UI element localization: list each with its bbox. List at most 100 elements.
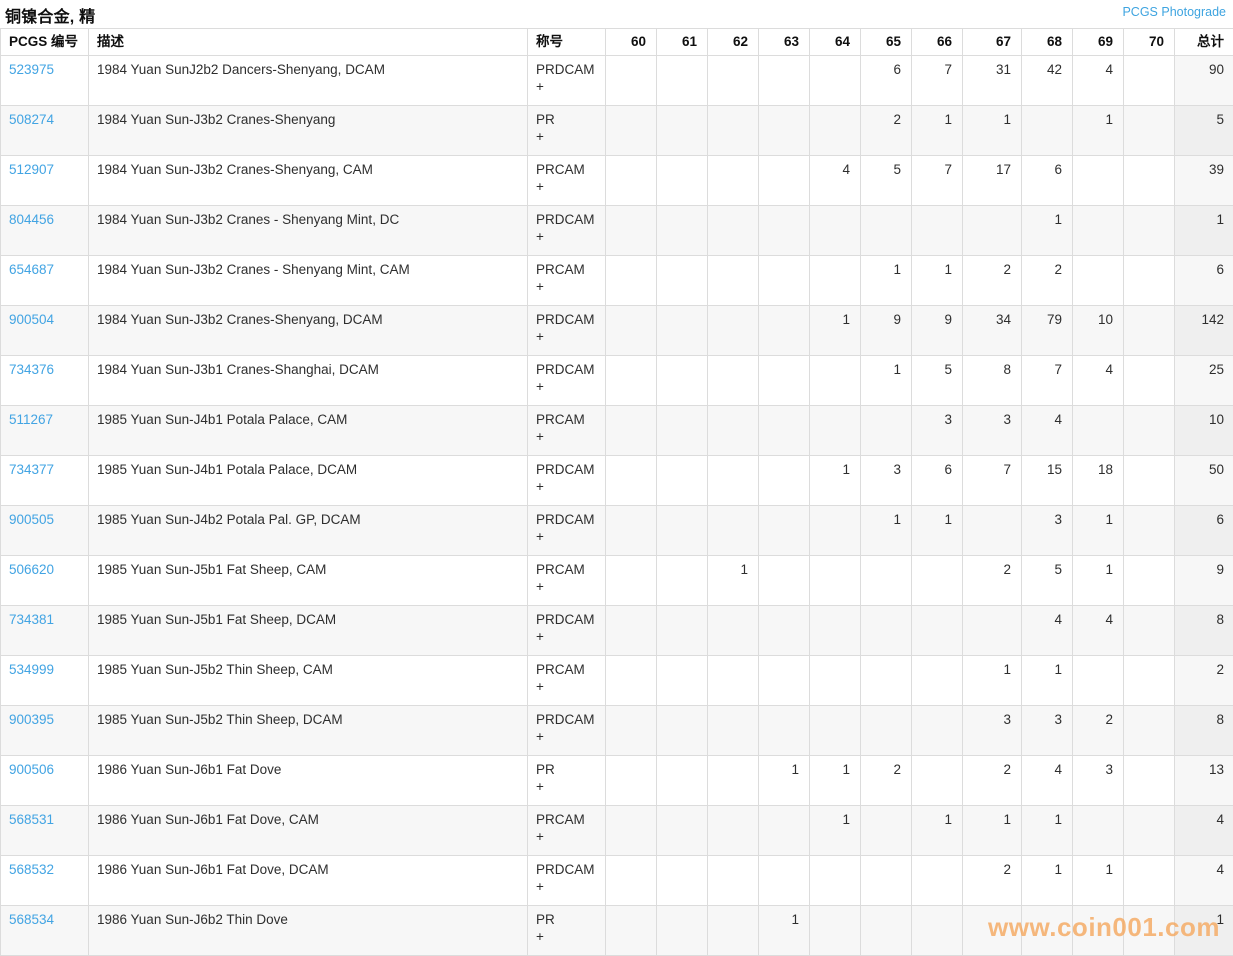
pcgs-number-link[interactable]: 900395 bbox=[9, 712, 54, 727]
grade-count-cell: 4 bbox=[1022, 606, 1073, 656]
designation-cell: PRDCAM+ bbox=[528, 206, 606, 256]
grade-count-cell: 1 bbox=[810, 756, 861, 806]
grade-count-cell bbox=[657, 406, 708, 456]
grade-count-cell bbox=[657, 906, 708, 956]
pcgs-number-cell: 506620 bbox=[1, 556, 89, 606]
pcgs-number-link[interactable]: 900505 bbox=[9, 512, 54, 527]
grade-count-cell bbox=[1124, 906, 1175, 956]
grade-count-cell bbox=[1124, 106, 1175, 156]
total-cell: 5 bbox=[1175, 106, 1233, 156]
grade-count-cell bbox=[759, 606, 810, 656]
grade-count-cell bbox=[606, 556, 657, 606]
grade-count-cell bbox=[759, 656, 810, 706]
grade-count-cell bbox=[963, 606, 1022, 656]
pcgs-number-link[interactable]: 734377 bbox=[9, 462, 54, 477]
total-cell: 1 bbox=[1175, 906, 1233, 956]
grade-count-cell bbox=[861, 556, 912, 606]
grade-count-cell bbox=[912, 606, 963, 656]
grade-count-cell bbox=[708, 806, 759, 856]
grade-count-cell: 5 bbox=[912, 356, 963, 406]
designation-cell: PRDCAM+ bbox=[528, 456, 606, 506]
pcgs-number-link[interactable]: 534999 bbox=[9, 662, 54, 677]
pcgs-number-link[interactable]: 734376 bbox=[9, 362, 54, 377]
pcgs-number-link[interactable]: 654687 bbox=[9, 262, 54, 277]
grade-count-cell bbox=[657, 206, 708, 256]
grade-count-cell: 3 bbox=[963, 706, 1022, 756]
grade-count-cell bbox=[1124, 456, 1175, 506]
grade-count-cell bbox=[1124, 856, 1175, 906]
pcgs-number-link[interactable]: 506620 bbox=[9, 562, 54, 577]
grade-count-cell bbox=[606, 356, 657, 406]
table-row: 5066201985 Yuan Sun-J5b1 Fat Sheep, CAMP… bbox=[1, 556, 1233, 606]
pcgs-number-link[interactable]: 568534 bbox=[9, 912, 54, 927]
grade-count-cell bbox=[708, 856, 759, 906]
grade-count-cell bbox=[708, 306, 759, 356]
grade-count-cell: 8 bbox=[963, 356, 1022, 406]
grade-count-cell bbox=[1124, 356, 1175, 406]
grade-count-cell: 1 bbox=[861, 506, 912, 556]
grade-count-cell: 2 bbox=[1022, 256, 1073, 306]
description-cell: 1986 Yuan Sun-J6b1 Fat Dove bbox=[89, 756, 528, 806]
pcgs-number-link[interactable]: 568531 bbox=[9, 812, 54, 827]
description-cell: 1985 Yuan Sun-J4b2 Potala Pal. GP, DCAM bbox=[89, 506, 528, 556]
grade-count-cell bbox=[810, 906, 861, 956]
column-header: 63 bbox=[759, 29, 810, 56]
pcgs-number-link[interactable]: 568532 bbox=[9, 862, 54, 877]
grade-count-cell bbox=[963, 506, 1022, 556]
description-cell: 1985 Yuan Sun-J5b2 Thin Sheep, CAM bbox=[89, 656, 528, 706]
column-header: 64 bbox=[810, 29, 861, 56]
grade-count-cell: 1 bbox=[810, 806, 861, 856]
grade-count-cell bbox=[810, 506, 861, 556]
grade-count-cell bbox=[657, 756, 708, 806]
column-header: 称号 bbox=[528, 29, 606, 56]
pcgs-number-link[interactable]: 900506 bbox=[9, 762, 54, 777]
description-cell: 1984 Yuan Sun-J3b2 Cranes-Shenyang, CAM bbox=[89, 156, 528, 206]
grade-count-cell bbox=[912, 706, 963, 756]
grade-count-cell bbox=[708, 756, 759, 806]
grade-count-cell bbox=[810, 556, 861, 606]
grade-count-cell bbox=[912, 756, 963, 806]
grade-count-cell bbox=[1124, 606, 1175, 656]
designation-cell: PRCAM+ bbox=[528, 806, 606, 856]
pcgs-number-cell: 568534 bbox=[1, 906, 89, 956]
grade-count-cell bbox=[1073, 156, 1124, 206]
grade-count-cell bbox=[1124, 656, 1175, 706]
grade-count-cell: 1 bbox=[1022, 806, 1073, 856]
grade-count-cell bbox=[1124, 306, 1175, 356]
pcgs-photograde-link[interactable]: PCGS Photograde bbox=[1122, 5, 1226, 19]
pcgs-number-link[interactable]: 511267 bbox=[9, 412, 53, 427]
pcgs-number-link[interactable]: 900504 bbox=[9, 312, 54, 327]
grade-count-cell bbox=[606, 506, 657, 556]
description-cell: 1984 Yuan SunJ2b2 Dancers-Shenyang, DCAM bbox=[89, 56, 528, 106]
grade-count-cell bbox=[657, 856, 708, 906]
pcgs-number-link[interactable]: 512907 bbox=[9, 162, 54, 177]
grade-count-cell: 34 bbox=[963, 306, 1022, 356]
total-cell: 6 bbox=[1175, 256, 1233, 306]
grade-count-cell bbox=[657, 56, 708, 106]
grade-count-cell: 7 bbox=[912, 156, 963, 206]
table-row: 5112671985 Yuan Sun-J4b1 Potala Palace, … bbox=[1, 406, 1233, 456]
grade-count-cell: 3 bbox=[861, 456, 912, 506]
grade-count-cell bbox=[1022, 106, 1073, 156]
grade-count-cell: 2 bbox=[861, 756, 912, 806]
table-row: 7343811985 Yuan Sun-J5b1 Fat Sheep, DCAM… bbox=[1, 606, 1233, 656]
grade-count-cell bbox=[810, 406, 861, 456]
pcgs-number-cell: 568531 bbox=[1, 806, 89, 856]
total-cell: 6 bbox=[1175, 506, 1233, 556]
grade-count-cell bbox=[606, 206, 657, 256]
grade-count-cell bbox=[1124, 56, 1175, 106]
grade-count-cell: 7 bbox=[1022, 356, 1073, 406]
table-row: 9003951985 Yuan Sun-J5b2 Thin Sheep, DCA… bbox=[1, 706, 1233, 756]
grade-count-cell bbox=[759, 406, 810, 456]
pcgs-number-link[interactable]: 508274 bbox=[9, 112, 54, 127]
designation-cell: PRCAM+ bbox=[528, 556, 606, 606]
pcgs-number-link[interactable]: 804456 bbox=[9, 212, 54, 227]
pcgs-number-link[interactable]: 523975 bbox=[9, 62, 54, 77]
table-row: 534999 1985 Yuan Sun-J5b2 Thin Sheep, CAM… bbox=[1, 656, 1233, 706]
grade-count-cell bbox=[912, 906, 963, 956]
grade-count-cell bbox=[1073, 656, 1124, 706]
grade-count-cell bbox=[759, 206, 810, 256]
grade-count-cell bbox=[606, 806, 657, 856]
pcgs-number-link[interactable]: 734381 bbox=[9, 612, 54, 627]
grade-count-cell bbox=[759, 806, 810, 856]
